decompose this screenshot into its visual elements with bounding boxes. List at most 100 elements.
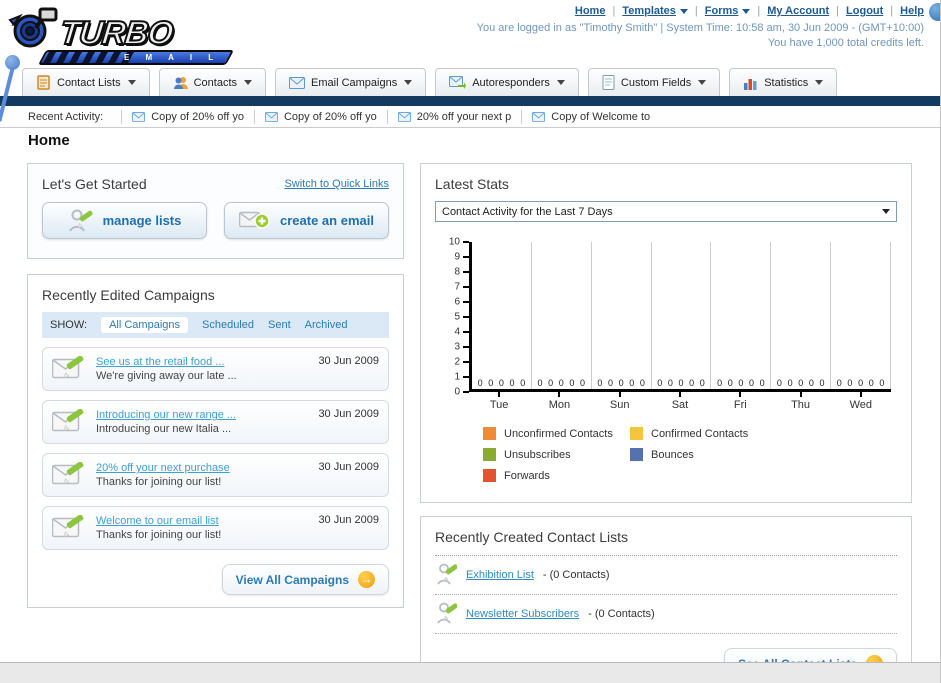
data-point-value: 0 (509, 378, 515, 388)
create-email-button[interactable]: create an email (224, 202, 389, 239)
view-all-campaigns-button[interactable]: View All Campaigns → (221, 564, 389, 595)
app-window: TURBO E M A I L Home | Templates | Forms | … (0, 0, 941, 683)
contact-list-meta: - (0 Contacts) (588, 608, 655, 620)
contact-list-link[interactable]: Newsletter Subscribers (466, 608, 579, 620)
y-tick-label: 0 (454, 386, 460, 398)
legend-label: Confirmed Contacts (651, 427, 749, 440)
data-point-value: 0 (727, 378, 733, 388)
tab-autoresponders[interactable]: Autoresponders (435, 68, 579, 96)
get-started-panel: Let's Get Started Switch to Quick Links … (27, 163, 404, 259)
tab-statistics[interactable]: Statistics (729, 68, 838, 96)
contacts-icon (173, 77, 188, 89)
tab-custom-fields[interactable]: Custom Fields (587, 68, 721, 96)
chevron-down-icon (244, 80, 253, 85)
chart-day-column: 00000 (831, 242, 892, 389)
stats-period-select[interactable]: Contact Activity for the Last 7 Days (435, 201, 897, 222)
y-tick-label: 2 (454, 356, 460, 368)
contact-list-row[interactable]: Exhibition List - (0 Contacts) (435, 556, 897, 595)
envelope-icon (264, 111, 278, 122)
legend-label: Forwards (504, 469, 550, 482)
recent-activity-item[interactable]: 20% off your next p (386, 109, 522, 124)
tab-email-campaigns[interactable]: Email Campaigns (275, 68, 427, 96)
data-point-value: 0 (569, 378, 575, 388)
data-point-value: 0 (748, 378, 754, 388)
nav-link-logout[interactable]: Logout (846, 5, 883, 17)
envelope-pencil-icon (52, 356, 84, 379)
login-line: You are logged in as "Timothy Smith" | S… (476, 22, 924, 34)
campaign-title-link[interactable]: Welcome to our email list (96, 514, 308, 528)
campaign-subtitle: We're giving away our late ... (96, 370, 237, 382)
contact-list-row[interactable]: Newsletter Subscribers - (0 Contacts) (435, 595, 897, 634)
envelope-icon (532, 111, 546, 122)
filter-sent[interactable]: Sent (268, 319, 291, 331)
person-pencil-icon (68, 209, 93, 232)
chart-day-column: 00000 (472, 242, 532, 389)
data-point-value: 0 (776, 378, 782, 388)
person-pencil-icon (437, 563, 457, 585)
envelope-pencil-icon (52, 409, 84, 432)
contact-activity-chart: 0 1 2 3 4 5 6 7 8 9 10 000000000000000000000000000… (443, 237, 892, 411)
campaign-row[interactable]: 20% off your next purchase Thanks for jo… (42, 453, 389, 497)
switch-to-quick-links[interactable]: Switch to Quick Links (284, 178, 389, 190)
campaign-row[interactable]: Introducing our new range ... Introducin… (42, 400, 389, 444)
data-point-value: 0 (597, 378, 603, 388)
chevron-down-icon (679, 8, 688, 14)
nav-link-my-account[interactable]: My Account (767, 5, 829, 17)
legend-item: Bounces (630, 448, 777, 461)
tab-contacts[interactable]: Contacts (158, 68, 267, 96)
data-point-value: 0 (868, 378, 874, 388)
recently-created-contact-lists-panel: Recently Created Contact Lists Exhibitio… (420, 516, 912, 683)
campaign-row[interactable]: Welcome to our email list Thanks for joi… (42, 506, 389, 550)
data-point-value: 0 (858, 378, 864, 388)
filter-archived[interactable]: Archived (305, 319, 348, 331)
data-point-value: 0 (808, 378, 814, 388)
filter-scheduled[interactable]: Scheduled (202, 319, 254, 331)
campaign-title-link[interactable]: Introducing our new range ... (96, 408, 308, 422)
chevron-down-icon (127, 80, 136, 85)
help-bubble-icon[interactable] (929, 3, 940, 21)
nav-link-help[interactable]: Help (900, 5, 924, 17)
nav-link-templates[interactable]: Templates (622, 5, 688, 17)
data-point-value: 0 (819, 378, 825, 388)
turbo-email-logo: TURBO E M A I L (8, 4, 258, 65)
recent-activity-item[interactable]: Copy of Welcome to (521, 109, 660, 124)
legend-item: Unconfirmed Contacts (483, 427, 630, 440)
y-tick-label: 8 (454, 266, 460, 278)
envelope-pencil-icon (52, 462, 84, 485)
envelope-pencil-icon (52, 515, 84, 538)
campaign-date: 30 Jun 2009 (318, 514, 379, 526)
data-point-value: 0 (657, 378, 663, 388)
campaign-title-link[interactable]: 20% off your next purchase (96, 461, 308, 475)
legend-item: Confirmed Contacts (630, 427, 777, 440)
brand-sub-label: E M A I L (123, 53, 220, 62)
x-axis-label: Mon (548, 399, 571, 411)
contact-list-link[interactable]: Exhibition List (466, 569, 534, 581)
y-tick-label: 4 (454, 326, 460, 338)
contact-lists-title: Recently Created Contact Lists (435, 529, 628, 545)
tab-contact-lists[interactable]: Contact Lists (22, 68, 150, 96)
nav-link-forms[interactable]: Forms (705, 5, 751, 17)
legend-item: Forwards (483, 469, 630, 482)
recent-activity-item[interactable]: Copy of 20% off yo (253, 109, 387, 124)
recent-activity-item[interactable]: Copy of 20% off yo (121, 109, 254, 124)
filter-all-campaigns[interactable]: All Campaigns (101, 317, 188, 333)
data-point-value: 0 (477, 378, 483, 388)
campaign-row[interactable]: See us at the retail food ... We're givi… (42, 347, 389, 391)
nav-link-home[interactable]: Home (575, 5, 606, 17)
recently-edited-campaigns-panel: Recently Edited Campaigns SHOW: All Camp… (27, 274, 404, 608)
latest-stats-panel: Latest Stats Contact Activity for the La… (420, 163, 912, 503)
campaigns-filter-bar: SHOW: All Campaigns Scheduled Sent Archi… (42, 312, 389, 338)
navy-divider-bar (0, 96, 940, 106)
data-point-value: 0 (639, 378, 645, 388)
campaign-date: 30 Jun 2009 (318, 461, 379, 473)
data-point-value: 0 (667, 378, 673, 388)
data-point-value: 0 (879, 378, 885, 388)
manage-lists-button[interactable]: manage lists (42, 202, 207, 239)
data-point-value: 0 (618, 378, 624, 388)
chevron-down-icon (698, 80, 707, 85)
chevron-down-icon (404, 80, 413, 85)
campaign-date: 30 Jun 2009 (318, 355, 379, 367)
latest-stats-title: Latest Stats (435, 176, 509, 192)
y-tick-label: 7 (454, 281, 460, 293)
campaign-title-link[interactable]: See us at the retail food ... (96, 355, 308, 369)
